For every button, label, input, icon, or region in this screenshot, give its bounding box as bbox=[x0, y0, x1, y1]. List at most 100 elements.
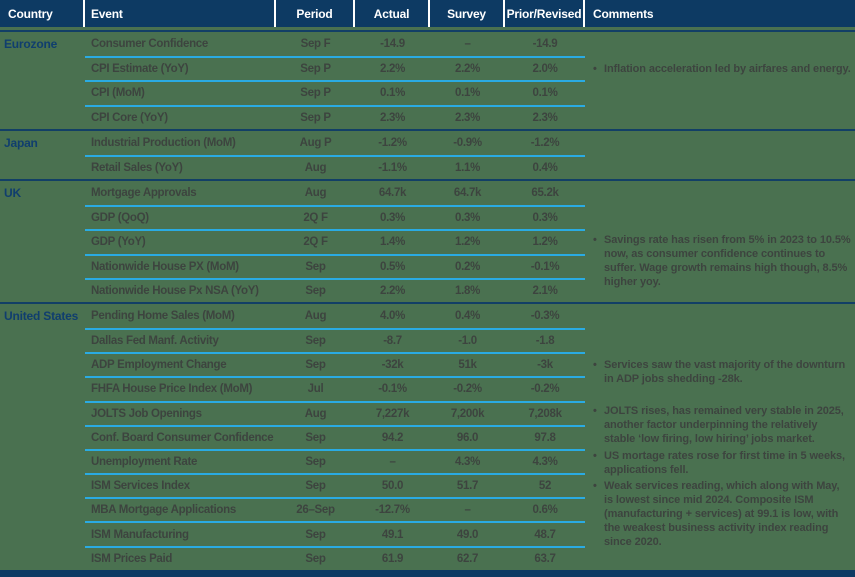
column-header-country: Country bbox=[0, 0, 85, 27]
cell-survey: -0.2% bbox=[430, 383, 505, 395]
group-rows: Pending Home Sales (MoM)Aug4.0%0.4%-0.3%… bbox=[85, 304, 585, 570]
cell-period: Sep bbox=[276, 285, 355, 297]
table-row: Unemployment RateSep–4.3%4.3% bbox=[85, 449, 585, 473]
column-header-comments: Comments bbox=[585, 0, 855, 27]
cell-event: MBA Mortgage Applications bbox=[85, 504, 276, 516]
cell-prior-revised: 0.1% bbox=[505, 87, 585, 99]
column-header-event: Event bbox=[85, 0, 276, 27]
table-row: CPI (MoM)Sep P0.1%0.1%0.1% bbox=[85, 80, 585, 104]
table-row: Conf. Board Consumer ConfidenceSep94.296… bbox=[85, 425, 585, 449]
cell-survey: 7,200k bbox=[430, 408, 505, 420]
country-group-japan: Japan Industrial Production (MoM)Aug P-1… bbox=[0, 129, 855, 179]
group-rows: Industrial Production (MoM)Aug P-1.2%-0.… bbox=[85, 131, 585, 179]
table-row: ISM Services IndexSep50.051.752 bbox=[85, 473, 585, 497]
cell-prior-revised: 0.3% bbox=[505, 212, 585, 224]
cell-actual: 61.9 bbox=[355, 553, 430, 565]
table-row: ADP Employment ChangeSep-32k51k-3k bbox=[85, 352, 585, 376]
table-row: CPI Estimate (YoY)Sep P2.2%2.2%2.0% bbox=[85, 56, 585, 80]
cell-period: 2Q F bbox=[276, 212, 355, 224]
cell-survey: 1.2% bbox=[430, 236, 505, 248]
cell-survey: 2.3% bbox=[430, 112, 505, 124]
cell-actual: 0.1% bbox=[355, 87, 430, 99]
cell-event: CPI Core (YoY) bbox=[85, 112, 276, 124]
cell-event: ISM Manufacturing bbox=[85, 529, 276, 541]
cell-prior-revised: 65.2k bbox=[505, 187, 585, 199]
cell-actual: 94.2 bbox=[355, 432, 430, 444]
table-row: Industrial Production (MoM)Aug P-1.2%-0.… bbox=[85, 131, 585, 155]
table-bottom-border bbox=[0, 570, 855, 577]
cell-period: Aug P bbox=[276, 137, 355, 149]
column-header-prior-revised: Prior/Revised bbox=[505, 0, 585, 27]
cell-survey: 2.2% bbox=[430, 63, 505, 75]
comments-cell: Services saw the vast majority of the do… bbox=[585, 304, 853, 570]
cell-prior-revised: 7,208k bbox=[505, 408, 585, 420]
cell-prior-revised: 2.0% bbox=[505, 63, 585, 75]
cell-period: 2Q F bbox=[276, 236, 355, 248]
cell-event: Consumer Confidence bbox=[85, 38, 276, 50]
country-group-uk: UK Mortgage ApprovalsAug64.7k64.7k65.2kG… bbox=[0, 179, 855, 302]
cell-event: CPI (MoM) bbox=[85, 87, 276, 99]
country-label: Eurozone bbox=[0, 32, 85, 129]
table-row: CPI Core (YoY)Sep P2.3%2.3%2.3% bbox=[85, 105, 585, 129]
table-row: FHFA House Price Index (MoM)Jul-0.1%-0.2… bbox=[85, 376, 585, 400]
cell-event: Nationwide House Px NSA (YoY) bbox=[85, 285, 276, 297]
cell-prior-revised: -0.3% bbox=[505, 310, 585, 322]
country-label: United States bbox=[0, 304, 85, 570]
cell-period: Aug bbox=[276, 408, 355, 420]
comments-cell bbox=[585, 131, 853, 179]
table-row: JOLTS Job OpeningsAug7,227k7,200k7,208k bbox=[85, 401, 585, 425]
cell-survey: 0.4% bbox=[430, 310, 505, 322]
cell-survey: 51.7 bbox=[430, 480, 505, 492]
cell-event: Retail Sales (YoY) bbox=[85, 162, 276, 174]
cell-period: 26–Sep bbox=[276, 504, 355, 516]
cell-actual: 2.2% bbox=[355, 285, 430, 297]
cell-actual: 0.5% bbox=[355, 261, 430, 273]
cell-period: Sep bbox=[276, 480, 355, 492]
comment: Savings rate has risen from 5% in 2023 t… bbox=[593, 233, 851, 289]
cell-actual: -14.9 bbox=[355, 38, 430, 50]
table-row: ISM ManufacturingSep49.149.048.7 bbox=[85, 521, 585, 545]
cell-prior-revised: -1.8 bbox=[505, 335, 585, 347]
group-rows: Consumer ConfidenceSep F-14.9–-14.9CPI E… bbox=[85, 32, 585, 129]
table-row: Dallas Fed Manf. ActivitySep-8.7-1.0-1.8 bbox=[85, 328, 585, 352]
cell-survey: 0.1% bbox=[430, 87, 505, 99]
cell-actual: 2.3% bbox=[355, 112, 430, 124]
cell-survey: 4.3% bbox=[430, 456, 505, 468]
cell-actual: -1.1% bbox=[355, 162, 430, 174]
cell-event: JOLTS Job Openings bbox=[85, 408, 276, 420]
table-row: GDP (QoQ)2Q F0.3%0.3%0.3% bbox=[85, 205, 585, 229]
table-row: Retail Sales (YoY)Aug-1.1%1.1%0.4% bbox=[85, 155, 585, 179]
comment: US mortage rates rose for first time in … bbox=[593, 449, 851, 477]
cell-period: Sep bbox=[276, 359, 355, 371]
cell-event: Mortgage Approvals bbox=[85, 187, 276, 199]
cell-event: Nationwide House PX (MoM) bbox=[85, 261, 276, 273]
cell-event: ADP Employment Change bbox=[85, 359, 276, 371]
cell-period: Sep F bbox=[276, 38, 355, 50]
country-group-eurozone: Eurozone Consumer ConfidenceSep F-14.9–-… bbox=[0, 30, 855, 129]
cell-period: Sep bbox=[276, 432, 355, 444]
cell-period: Jul bbox=[276, 383, 355, 395]
cell-event: ISM Prices Paid bbox=[85, 553, 276, 565]
cell-actual: -12.7% bbox=[355, 504, 430, 516]
country-label: Japan bbox=[0, 131, 85, 179]
cell-prior-revised: 2.3% bbox=[505, 112, 585, 124]
cell-event: Dallas Fed Manf. Activity bbox=[85, 335, 276, 347]
cell-actual: -8.7 bbox=[355, 335, 430, 347]
cell-actual: -32k bbox=[355, 359, 430, 371]
cell-period: Sep bbox=[276, 456, 355, 468]
cell-period: Aug bbox=[276, 310, 355, 322]
column-header-survey: Survey bbox=[430, 0, 505, 27]
cell-period: Aug bbox=[276, 187, 355, 199]
cell-survey: 0.3% bbox=[430, 212, 505, 224]
cell-period: Sep P bbox=[276, 63, 355, 75]
table-row: Mortgage ApprovalsAug64.7k64.7k65.2k bbox=[85, 181, 585, 205]
cell-event: FHFA House Price Index (MoM) bbox=[85, 383, 276, 395]
cell-survey: -0.9% bbox=[430, 137, 505, 149]
table-row: ISM Prices PaidSep61.962.763.7 bbox=[85, 546, 585, 570]
cell-actual: 4.0% bbox=[355, 310, 430, 322]
table-row: MBA Mortgage Applications26–Sep-12.7%–0.… bbox=[85, 497, 585, 521]
cell-survey: – bbox=[430, 504, 505, 516]
cell-event: Pending Home Sales (MoM) bbox=[85, 310, 276, 322]
cell-prior-revised: -0.1% bbox=[505, 261, 585, 273]
table-row: Pending Home Sales (MoM)Aug4.0%0.4%-0.3% bbox=[85, 304, 585, 328]
